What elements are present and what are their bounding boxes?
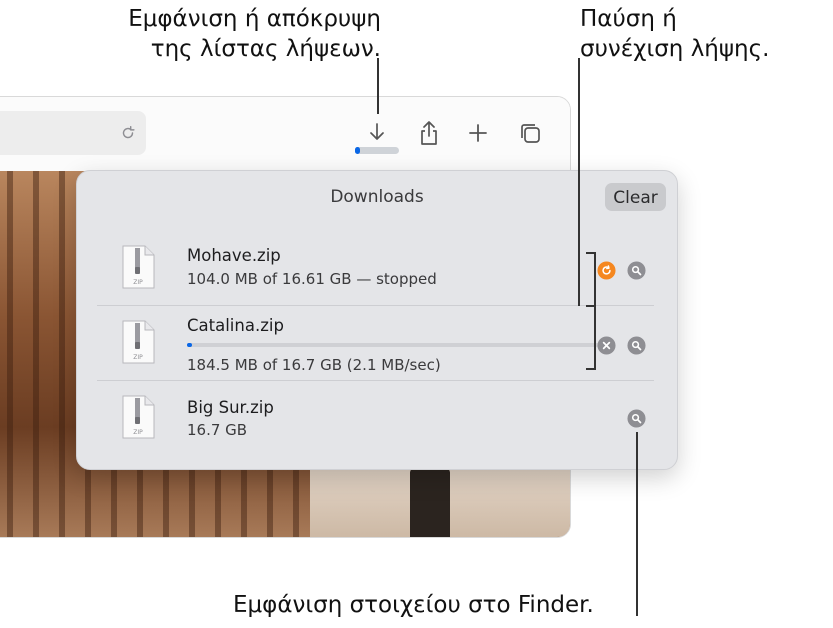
downloads-title: Downloads [330,187,424,207]
download-icon[interactable] [363,119,391,147]
callout-line: Εμφάνιση ή απόκρυψη [128,6,381,32]
download-progress-track [187,343,601,347]
leader-line-finder [636,432,638,616]
zip-file-icon: ZIP [122,245,155,289]
clear-button[interactable]: Clear [605,183,666,211]
callout-show-in-finder: Εμφάνιση στοιχείου στο Finder. [233,592,594,618]
callout-line: συνέχιση λήψης. [580,36,770,62]
zip-file-icon: ZIP [122,395,155,439]
tabs-overview-icon[interactable] [516,119,544,147]
photo-lamp [410,467,450,537]
callout-line: της λίστας λήψεων. [150,36,381,62]
zip-file-label: ZIP [133,354,143,361]
download-progress-fill [187,343,192,347]
file-status: 16.7 GB [187,421,248,439]
leader-tick [586,305,596,307]
magnifier-icon[interactable] [627,336,646,355]
toolbar [0,97,570,171]
file-name: Mohave.zip [187,246,281,265]
callout-toggle-downloads: Εμφάνιση ή απόκρυψη της λίστας λήψεων. [88,4,381,64]
share-icon[interactable] [415,119,443,147]
new-tab-icon[interactable] [464,119,492,147]
zip-file-icon: ZIP [122,320,155,364]
reload-icon[interactable] [119,124,137,142]
zip-file-label: ZIP [133,429,143,436]
download-progress-bar[interactable] [355,147,399,154]
file-status: 184.5 MB of 16.7 GB (2.1 MB/sec) [187,356,441,374]
magnifier-icon[interactable] [627,409,646,428]
file-name: Catalina.zip [187,316,284,335]
leader-bracket [586,252,596,370]
stop-icon[interactable] [597,336,616,355]
download-item-big-sur[interactable]: ZIP Big Sur.zip 16.7 GB [97,381,654,455]
file-status: 104.0 MB of 16.61 GB — stopped [187,270,437,288]
download-item-mohave[interactable]: ZIP Mohave.zip 104.0 MB of 16.61 GB — st… [97,231,654,305]
zip-file-label: ZIP [133,279,143,286]
leader-line-pause [578,58,580,306]
magnifier-icon[interactable] [627,261,646,280]
download-progress-fill [355,147,360,154]
download-item-catalina[interactable]: ZIP Catalina.zip 184.5 MB of 16.7 GB (2.… [97,306,654,380]
callout-line: Παύση ή [580,6,677,32]
resume-icon[interactable] [597,261,616,280]
callout-pause-resume: Παύση ή συνέχιση λήψης. [580,4,830,64]
leader-line-download [377,58,379,114]
file-name: Big Sur.zip [187,398,274,417]
